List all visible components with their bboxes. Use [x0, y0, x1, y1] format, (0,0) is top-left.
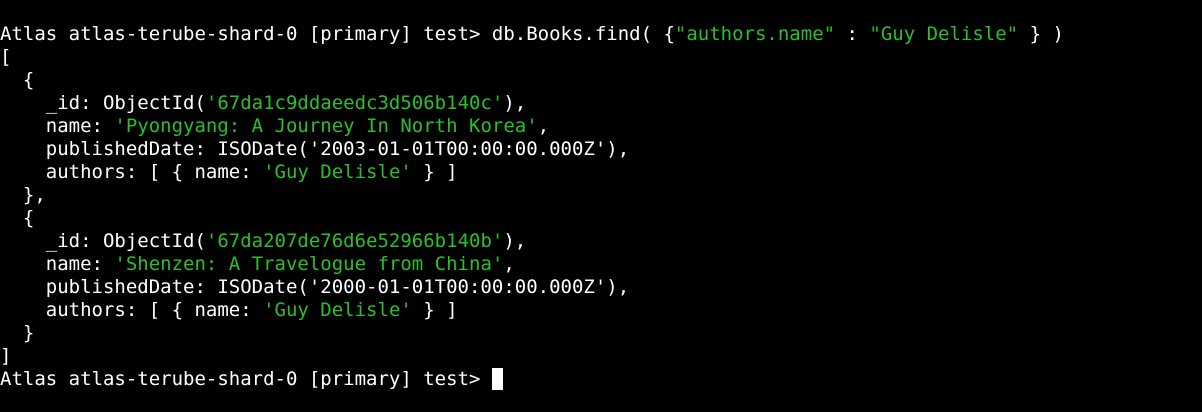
name-value: 'Pyongyang: A Journey In North Korea' — [114, 115, 538, 137]
name-label: name: — [0, 115, 115, 137]
input-line[interactable]: Atlas atlas-terube-shard-0 [primary] tes… — [0, 368, 1202, 391]
query-value: "Guy Delisle" — [869, 23, 1019, 45]
name-close: , — [537, 115, 550, 137]
document-id-line: _id: ObjectId('67da207de76d6e52966b140b'… — [0, 230, 1202, 253]
document-date-line: publishedDate: ISODate('2000-01-01T00:00… — [0, 276, 630, 298]
document-open: { — [0, 69, 35, 91]
document-open: { — [0, 207, 35, 229]
document-date-line: publishedDate: ISODate('2003-01-01T00:00… — [0, 138, 630, 160]
document-authors-line: authors: [ { name: 'Guy Delisle' } ] — [0, 161, 1202, 184]
command-post: } ) — [1018, 23, 1064, 45]
name-label: name: — [0, 253, 115, 275]
document-name-line: name: 'Shenzen: A Travelogue from China'… — [0, 253, 1202, 276]
query-key: "authors.name" — [674, 23, 836, 45]
document-id-line: _id: ObjectId('67da1c9ddaeedc3d506b140c'… — [0, 92, 1202, 115]
document-close: }, — [0, 184, 46, 206]
document-authors-line: authors: [ { name: 'Guy Delisle' } ] — [0, 299, 1202, 322]
id-value: '67da207de76d6e52966b140b' — [205, 230, 504, 252]
text-cursor[interactable] — [491, 368, 503, 390]
shell-prompt: Atlas atlas-terube-shard-0 [primary] tes… — [0, 368, 492, 390]
shell-prompt: Atlas atlas-terube-shard-0 [primary] tes… — [0, 23, 492, 45]
query-separator: : — [835, 23, 870, 45]
authors-close: } ] — [411, 299, 458, 321]
authors-value: 'Guy Delisle' — [263, 161, 412, 183]
name-value: 'Shenzen: A Travelogue from China' — [114, 253, 504, 275]
id-close: ), — [503, 92, 527, 114]
terminal-window[interactable]: Atlas atlas-terube-shard-0 [primary] tes… — [0, 0, 1202, 412]
document-close: } — [0, 322, 35, 344]
command-line: Atlas atlas-terube-shard-0 [primary] tes… — [0, 23, 1202, 46]
command-pre: db.Books.find( { — [491, 23, 675, 45]
id-label: _id: ObjectId( — [0, 92, 206, 114]
authors-value: 'Guy Delisle' — [263, 299, 412, 321]
name-close: , — [503, 253, 515, 275]
authors-close: } ] — [411, 161, 458, 183]
authors-label: authors: [ { name: — [0, 299, 264, 321]
result-close-bracket: ] — [0, 345, 12, 367]
authors-label: authors: [ { name: — [0, 161, 264, 183]
document-name-line: name: 'Pyongyang: A Journey In North Kor… — [0, 115, 1202, 138]
result-open-bracket: [ — [0, 46, 12, 68]
id-label: _id: ObjectId( — [0, 230, 206, 252]
id-value: '67da1c9ddaeedc3d506b140c' — [205, 92, 504, 114]
id-close: ), — [503, 230, 527, 252]
